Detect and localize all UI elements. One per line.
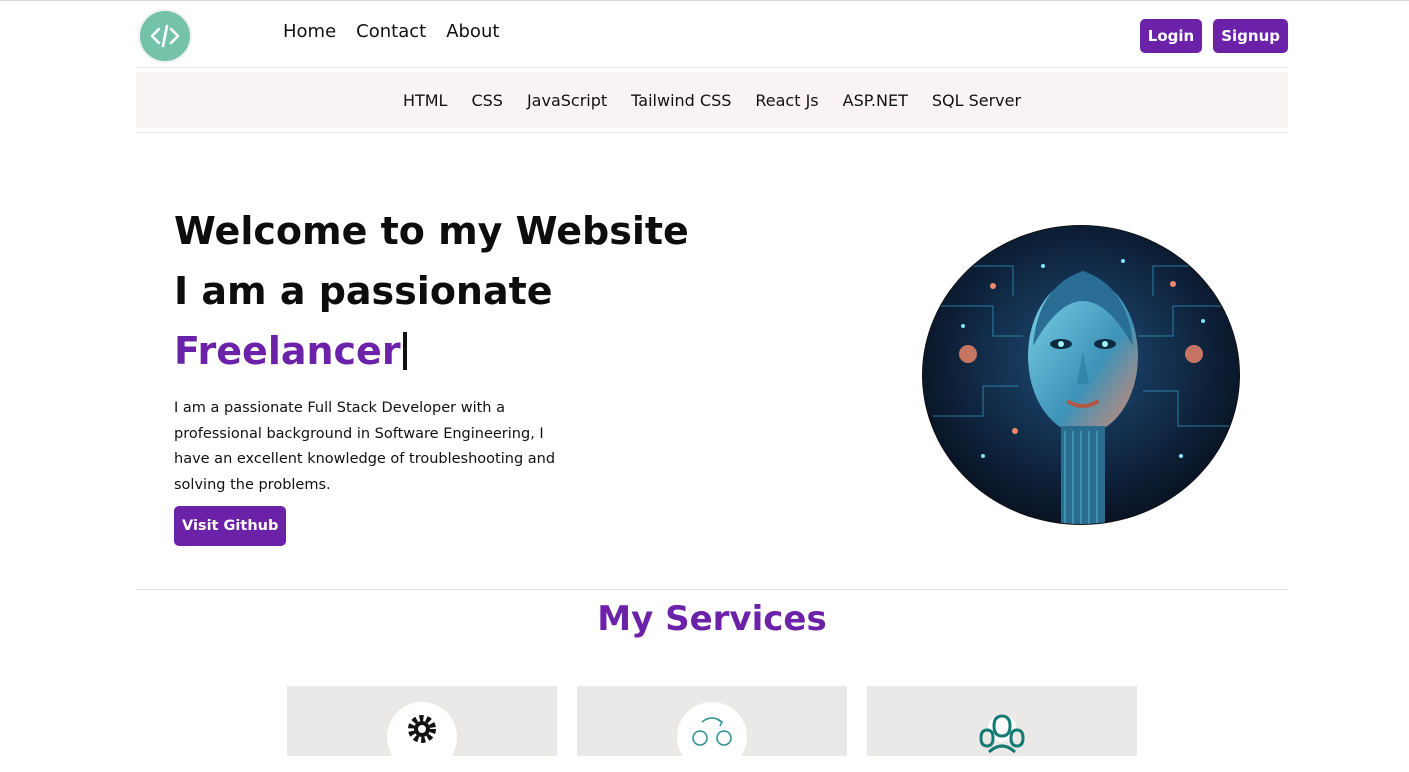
divider bbox=[136, 132, 1288, 133]
main-nav: Home Contact About bbox=[283, 21, 499, 42]
service-card[interactable] bbox=[287, 686, 557, 772]
visit-github-button[interactable]: Visit Github bbox=[174, 506, 287, 546]
login-button[interactable]: Login bbox=[1139, 19, 1203, 53]
gear-icon bbox=[387, 702, 457, 772]
page-container: Home Contact About Login Signup HTML CSS… bbox=[136, 1, 1288, 772]
auth-buttons: Login Signup bbox=[1139, 19, 1288, 53]
teamwork-icon bbox=[677, 702, 747, 772]
logo[interactable] bbox=[138, 9, 192, 63]
topic-html-link[interactable]: HTML bbox=[403, 91, 448, 110]
nav-contact-link[interactable]: Contact bbox=[356, 21, 426, 42]
topic-javascript-link[interactable]: JavaScript bbox=[527, 91, 607, 110]
header: Home Contact About Login Signup bbox=[136, 1, 1288, 68]
topics-nav: HTML CSS JavaScript Tailwind CSS React J… bbox=[136, 72, 1288, 128]
hero-role-text: Freelancer bbox=[174, 329, 401, 373]
users-group-icon bbox=[967, 702, 1037, 772]
code-brackets-icon bbox=[140, 11, 190, 61]
nav-about-link[interactable]: About bbox=[446, 21, 499, 42]
topic-aspnet-link[interactable]: ASP.NET bbox=[843, 91, 908, 110]
topic-tailwind-link[interactable]: Tailwind CSS bbox=[631, 91, 731, 110]
typing-cursor bbox=[402, 332, 407, 370]
service-card[interactable] bbox=[867, 686, 1137, 756]
signup-button[interactable]: Signup bbox=[1213, 19, 1288, 53]
nav-home-link[interactable]: Home bbox=[283, 21, 336, 42]
service-card[interactable] bbox=[577, 686, 847, 772]
topic-sqlserver-link[interactable]: SQL Server bbox=[932, 91, 1021, 110]
hero-role-line: Freelancer bbox=[174, 329, 407, 373]
hero-heading-line2: I am a passionate bbox=[174, 269, 553, 313]
hero-heading-line1: Welcome to my Website bbox=[174, 209, 689, 253]
hero-description: I am a passionate Full Stack Developer w… bbox=[174, 400, 556, 493]
topic-react-link[interactable]: React Js bbox=[755, 91, 818, 110]
ai-face-portrait bbox=[922, 225, 1240, 525]
section-divider bbox=[136, 589, 1288, 590]
topic-css-link[interactable]: CSS bbox=[471, 91, 502, 110]
services-title: My Services bbox=[597, 599, 827, 639]
